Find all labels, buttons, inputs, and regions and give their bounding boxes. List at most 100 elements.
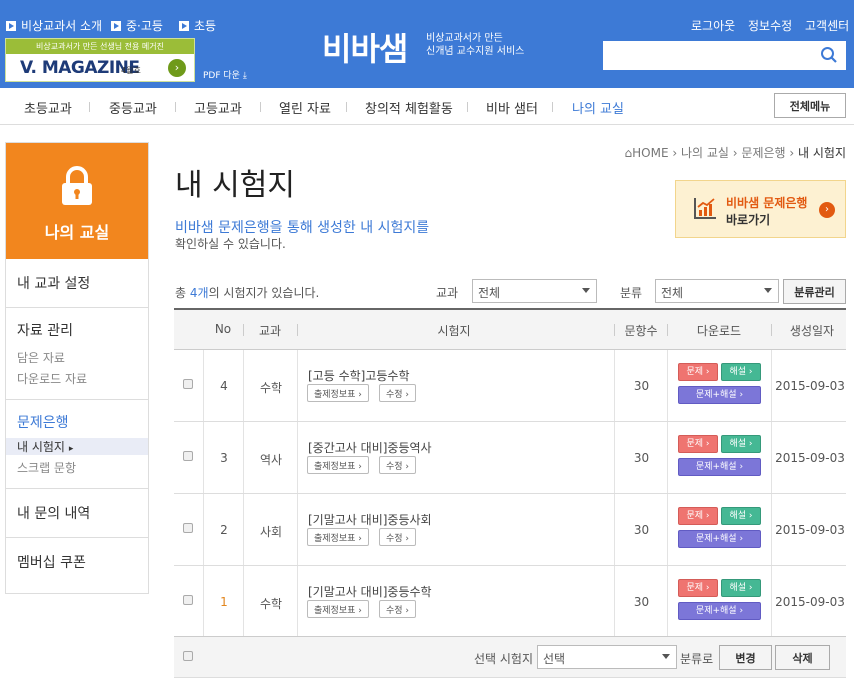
link-about[interactable]: 비상교과서 소개 xyxy=(6,17,102,34)
row-divider xyxy=(771,422,772,493)
change-button[interactable]: 변경 xyxy=(719,645,772,670)
link-middle-high[interactable]: 중·고등 xyxy=(111,17,163,34)
exam-info-button[interactable]: 출제정보표 › xyxy=(307,384,369,402)
breadcrumb-question-bank[interactable]: 문제은행 xyxy=(741,146,785,160)
exam-info-button[interactable]: 출제정보표 › xyxy=(307,528,369,546)
dropdown-arrow-icon xyxy=(764,288,772,293)
row-checkbox[interactable] xyxy=(183,379,193,389)
col-date: 생성일자 xyxy=(789,324,835,338)
sidebar-item-scrap[interactable]: 스크랩 문항 xyxy=(17,459,148,476)
nav-my-classroom[interactable]: 나의 교실 xyxy=(572,98,624,117)
row-divider xyxy=(297,494,298,565)
row-date: 2015-09-03 xyxy=(775,523,845,537)
row-divider xyxy=(667,350,668,421)
download-answer-button[interactable]: 해설 › xyxy=(721,363,761,381)
edit-button[interactable]: 수정 › xyxy=(379,600,417,618)
download-question-button[interactable]: 문제 › xyxy=(678,363,718,381)
logout-link[interactable]: 로그아웃 xyxy=(691,17,735,34)
exam-info-button[interactable]: 출제정보표 › xyxy=(307,600,369,618)
download-answer-button[interactable]: 해설 › xyxy=(721,507,761,525)
category-select[interactable]: 전체 xyxy=(655,279,779,303)
page-title: 내 시험지 xyxy=(175,168,295,203)
col-subject: 교과 xyxy=(258,324,282,338)
search-icon[interactable] xyxy=(820,46,838,64)
row-title[interactable]: [중간고사 대비]중등역사 xyxy=(308,439,432,456)
row-title[interactable]: [기말고사 대비]중등수학 xyxy=(308,583,432,600)
sidebar-item-subject-settings[interactable]: 내 교과 설정 xyxy=(6,259,148,308)
nav-elementary[interactable]: 초등교과 xyxy=(24,98,72,117)
nav-middle[interactable]: 중등교과 xyxy=(109,98,157,117)
row-subject: 수학 xyxy=(259,597,283,611)
exam-count: 총 4개의 시험지가 있습니다. xyxy=(175,286,320,300)
banner-month: 4월호 xyxy=(121,66,141,75)
arrow-box-icon xyxy=(6,20,16,31)
download-question-button[interactable]: 문제 › xyxy=(678,507,718,525)
chart-icon xyxy=(694,198,716,219)
category-filter-label: 분류 xyxy=(620,286,643,300)
vivasam-logo[interactable]: 비바샘 xyxy=(322,24,408,70)
download-both-button[interactable]: 문제+해설 › xyxy=(678,602,761,620)
download-question-button[interactable]: 문제 › xyxy=(678,435,718,453)
row-divider xyxy=(297,350,298,421)
link-elementary[interactable]: 초등 xyxy=(179,17,216,34)
subject-select[interactable]: 전체 xyxy=(472,279,597,303)
main-nav: 초등교과 중등교과 고등교과 열린 자료 창의적 체험활동 비바 샘터 나의 교… xyxy=(0,88,854,125)
v-magazine-banner[interactable]: 비상교과서가 만든 선생님 전용 메거진 V. MAGAZINE 4월호 › xyxy=(5,38,195,82)
sidebar-item-saved[interactable]: 담은 자료 xyxy=(17,349,148,366)
row-checkbox[interactable] xyxy=(183,595,193,605)
chevron-right-icon: › xyxy=(168,59,186,77)
row-title[interactable]: [기말고사 대비]중등사회 xyxy=(308,511,432,528)
edit-button[interactable]: 수정 › xyxy=(379,456,417,474)
edit-profile-link[interactable]: 정보수정 xyxy=(748,17,792,34)
sidebar-item-question-bank[interactable]: 문제은행 xyxy=(17,412,148,432)
sidebar-title: 나의 교실 xyxy=(44,223,110,242)
select-all-checkbox[interactable] xyxy=(183,651,193,661)
banner-caption: 비상교과서가 만든 선생님 전용 메거진 xyxy=(6,39,194,54)
selected-exam-label: 선택 시험지 xyxy=(474,652,534,666)
nav-viva-samter[interactable]: 비바 샘터 xyxy=(486,98,538,117)
delete-button[interactable]: 삭제 xyxy=(775,645,830,670)
edit-button[interactable]: 수정 › xyxy=(379,528,417,546)
row-count: 30 xyxy=(633,379,650,393)
subject-filter-label: 교과 xyxy=(436,286,459,300)
download-answer-button[interactable]: 해설 › xyxy=(721,579,761,597)
promo-title: 비바샘 문제은행 xyxy=(726,196,808,210)
nav-open-materials[interactable]: 열린 자료 xyxy=(279,98,331,117)
col-no: No xyxy=(214,322,232,336)
download-both-button[interactable]: 문제+해설 › xyxy=(678,386,761,404)
download-both-button[interactable]: 문제+해설 › xyxy=(678,458,761,476)
table-row: 2 사회 [기말고사 대비]중등사회 출제정보표 › 수정 › 30 문제 › … xyxy=(174,494,846,566)
nav-divider xyxy=(467,102,468,112)
sidebar-item-downloads[interactable]: 다운로드 자료 xyxy=(17,370,148,387)
row-divider xyxy=(243,566,244,637)
search-input[interactable] xyxy=(603,41,846,70)
edit-button[interactable]: 수정 › xyxy=(379,384,417,402)
sidebar-item-coupon[interactable]: 멤버십 쿠폰 xyxy=(6,538,148,586)
download-both-button[interactable]: 문제+해설 › xyxy=(678,530,761,548)
sidebar-item-inquiries[interactable]: 내 문의 내역 xyxy=(6,489,148,538)
top-header: 비상교과서 소개 중·고등 초등 비상교과서가 만든 선생님 전용 메거진 V.… xyxy=(0,0,854,88)
nav-high[interactable]: 고등교과 xyxy=(194,98,242,117)
selected-exam-select[interactable]: 선택 xyxy=(537,645,677,669)
download-question-button[interactable]: 문제 › xyxy=(678,579,718,597)
exam-info-button[interactable]: 출제정보표 › xyxy=(307,456,369,474)
manage-category-button[interactable]: 분류관리 xyxy=(783,279,846,304)
breadcrumb-classroom[interactable]: 나의 교실 xyxy=(681,146,729,160)
breadcrumb-current: 내 시험지 xyxy=(798,146,846,160)
sidebar-item-my-exams[interactable]: 내 시험지 ▸ xyxy=(6,438,148,455)
table-row: 1 수학 [기말고사 대비]중등수학 출제정보표 › 수정 › 30 문제 › … xyxy=(174,566,846,638)
question-bank-shortcut[interactable]: 비바샘 문제은행 바로가기 › xyxy=(675,180,846,238)
row-checkbox[interactable] xyxy=(183,523,193,533)
pdf-download-link[interactable]: PDF 다운 ⤓ xyxy=(203,68,247,81)
download-answer-button[interactable]: 해설 › xyxy=(721,435,761,453)
row-title[interactable]: [고등 수학]고등수학 xyxy=(308,367,410,384)
breadcrumb: ⌂HOME › 나의 교실 › 문제은행 › 내 시험지 xyxy=(624,146,846,160)
full-menu-button[interactable]: 전체메뉴 xyxy=(774,93,846,118)
nav-creative-activities[interactable]: 창의적 체험활동 xyxy=(365,98,453,117)
row-checkbox[interactable] xyxy=(183,451,193,461)
row-divider xyxy=(614,422,615,493)
exam-count-value: 4개 xyxy=(189,286,209,300)
sidebar-item-materials[interactable]: 자료 관리 xyxy=(17,320,148,340)
breadcrumb-home[interactable]: HOME xyxy=(632,146,668,160)
customer-center-link[interactable]: 고객센터 xyxy=(805,17,849,34)
